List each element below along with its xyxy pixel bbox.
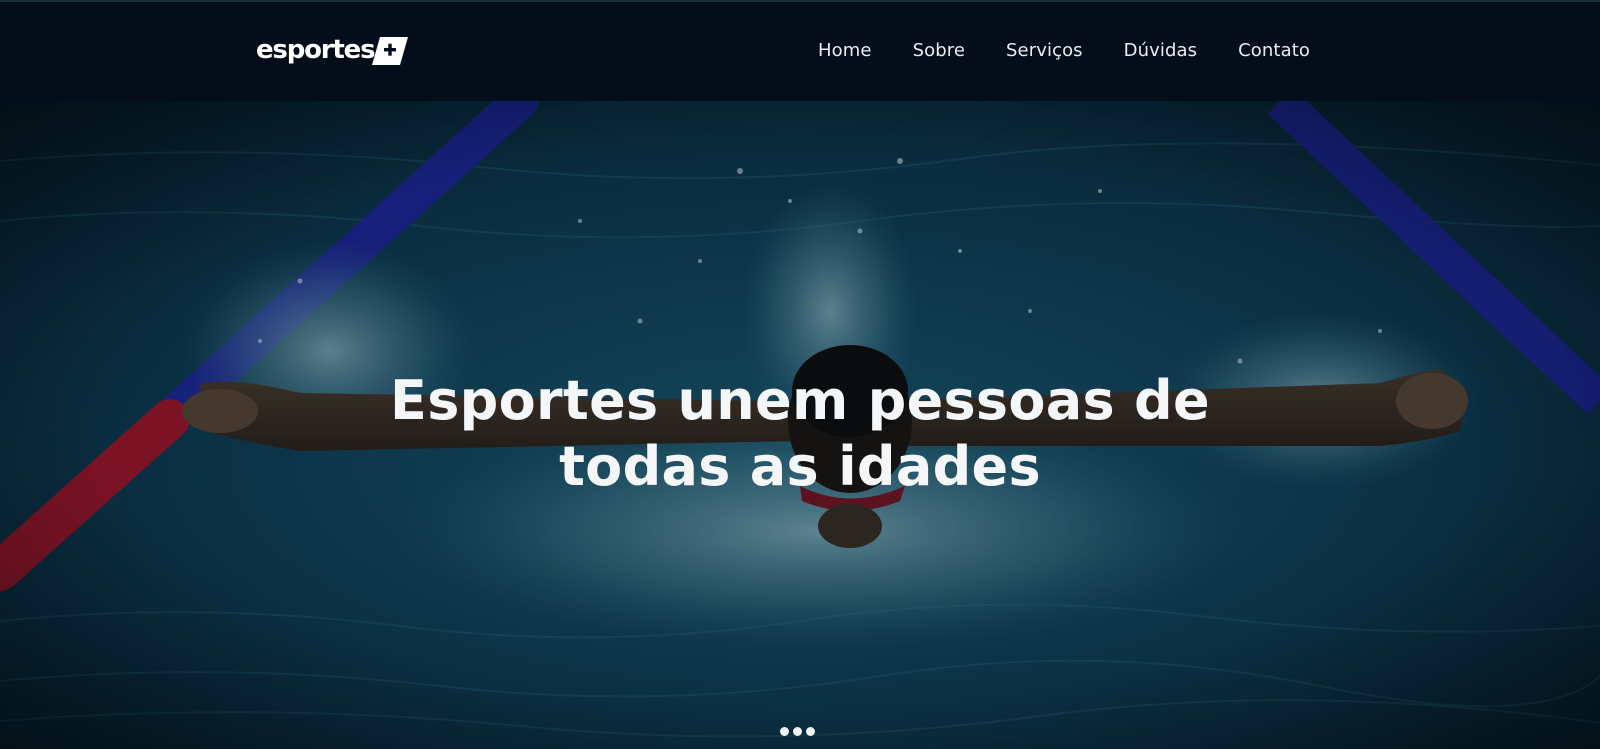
site-logo[interactable]: esportes — [256, 32, 410, 68]
hero-title-line-2: todas as idades — [559, 435, 1041, 498]
nav-duvidas[interactable]: Dúvidas — [1124, 40, 1197, 61]
carousel-dot-2[interactable] — [793, 727, 802, 736]
main-nav: Home Sobre Serviços Dúvidas Contato — [818, 40, 1310, 61]
nav-servicos[interactable]: Serviços — [1006, 40, 1083, 61]
nav-sobre[interactable]: Sobre — [913, 40, 965, 61]
hero-banner: Esportes unem pessoas de todas as idades — [0, 101, 1600, 749]
site-header: esportes Home Sobre Serviços Dúvidas Con… — [0, 2, 1600, 101]
nav-home[interactable]: Home — [818, 40, 872, 61]
plus-badge-icon — [370, 34, 410, 66]
landing-page: esportes Home Sobre Serviços Dúvidas Con… — [0, 0, 1600, 749]
carousel-dot-1[interactable] — [780, 727, 789, 736]
hero-title: Esportes unem pessoas de todas as idades — [0, 368, 1600, 500]
carousel-dot-3[interactable] — [806, 727, 815, 736]
hero-title-line-1: Esportes unem pessoas de — [390, 369, 1210, 432]
nav-contato[interactable]: Contato — [1238, 40, 1310, 61]
carousel-indicators — [780, 727, 815, 736]
logo-wordmark: esportes — [256, 35, 376, 65]
